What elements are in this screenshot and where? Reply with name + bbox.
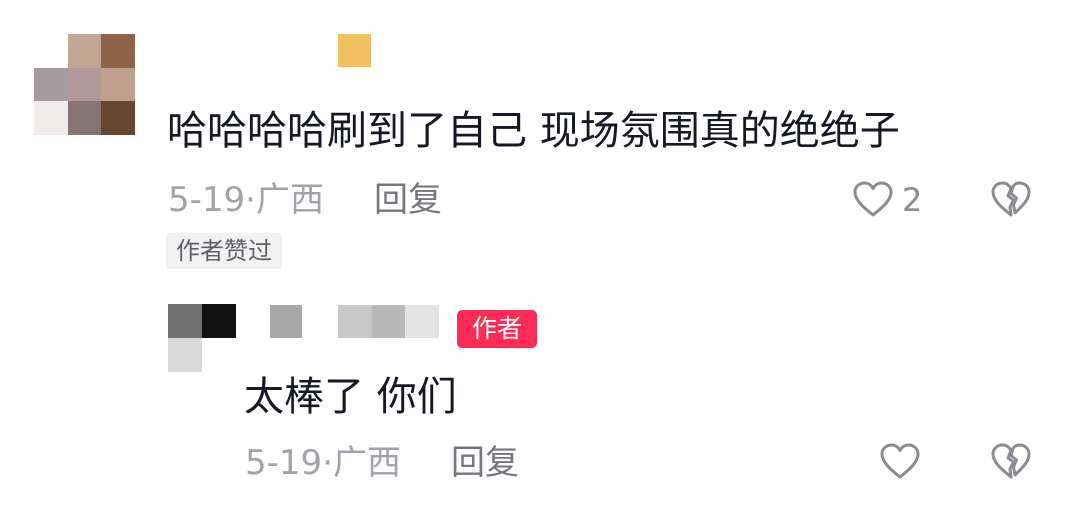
reply-username-blur-segment xyxy=(405,305,439,338)
heart-outline-icon[interactable] xyxy=(878,441,922,481)
reply-username-blur-segment xyxy=(270,305,302,338)
reply-avatar[interactable] xyxy=(168,304,236,372)
avatar-pixel xyxy=(67,34,102,68)
avatar-pixel xyxy=(101,34,135,68)
avatar-pixel xyxy=(168,304,202,338)
avatar-pixel xyxy=(67,67,102,102)
comment-reply-button[interactable]: 回复 xyxy=(374,180,442,220)
comment-text: 哈哈哈哈刷到了自己 现场氛围真的绝绝子 xyxy=(167,108,900,154)
heart-outline-icon[interactable] xyxy=(851,179,895,219)
reply-reply-button[interactable]: 回复 xyxy=(451,443,519,483)
like-count: 2 xyxy=(902,181,923,219)
avatar-pixel xyxy=(67,101,102,135)
comment-date: 5-19 xyxy=(168,180,246,220)
avatar-pixel xyxy=(168,338,202,372)
reply-username-blur-segment xyxy=(372,305,405,338)
reply-meta: 5-19·广西 回复 xyxy=(245,443,519,483)
broken-heart-icon[interactable] xyxy=(989,179,1033,219)
reply-location: 广西 xyxy=(332,443,401,483)
reply-username-blur-segment xyxy=(338,305,372,338)
avatar-pixel xyxy=(101,67,135,102)
avatar-pixel xyxy=(202,338,236,372)
avatar-pixel xyxy=(101,101,135,135)
reply-text: 太棒了 你们 xyxy=(244,374,457,420)
reply-date: 5-19 xyxy=(245,443,323,483)
comment-location: 广西 xyxy=(255,180,324,220)
commenter-avatar[interactable] xyxy=(34,34,135,135)
avatar-pixel xyxy=(34,34,68,68)
author-liked-badge: 作者赞过 xyxy=(166,233,282,269)
avatar-pixel xyxy=(34,101,68,135)
broken-heart-icon[interactable] xyxy=(989,441,1033,481)
avatar-pixel xyxy=(34,67,68,102)
meta-separator: · xyxy=(322,443,333,483)
author-badge: 作者 xyxy=(457,310,537,348)
commenter-username-blurred[interactable] xyxy=(338,34,371,67)
comment-meta: 5-19·广西 回复 xyxy=(168,180,442,220)
comment-section: 哈哈哈哈刷到了自己 现场氛围真的绝绝子 5-19·广西 回复 2 作者赞过 作者 … xyxy=(0,0,1080,507)
meta-separator: · xyxy=(245,180,256,220)
avatar-pixel xyxy=(202,304,236,338)
